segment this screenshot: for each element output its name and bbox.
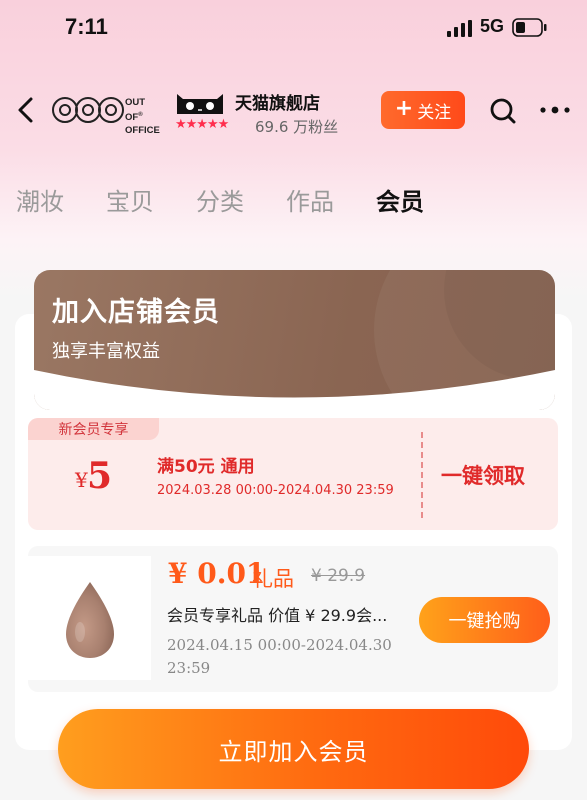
plus-icon: + (394, 96, 414, 121)
claim-coupon-button[interactable]: 一键领取 (441, 460, 525, 490)
brand-line2: OFFICE (125, 125, 160, 137)
tab-membership[interactable]: 会员 (376, 182, 424, 217)
rating-stars: ★★★★★ (175, 117, 229, 132)
coupon-validity: 2024.03.28 00:00-2024.04.30 23:59 (157, 483, 394, 498)
gift-original-price: ¥ 29.9 (311, 566, 366, 586)
tab-works[interactable]: 作品 (286, 182, 334, 217)
join-membership-button[interactable]: 立即加入会员 (58, 709, 529, 789)
new-member-tag: 新会员专享 (28, 418, 159, 440)
coupon-condition: 满50元 通用 (157, 457, 255, 477)
tmall-cat-icon (177, 94, 223, 114)
gift-validity-line2: 23:59 (167, 659, 211, 677)
gift-title[interactable]: 会员专享礼品 价值 ¥ 29.9会... (167, 602, 387, 626)
gift-price: ¥ 0.01 (168, 557, 266, 590)
grab-gift-button[interactable]: 一键抢购 (419, 597, 550, 643)
network-type: 5G (480, 16, 505, 36)
brand-mark: ® (138, 112, 143, 118)
tab-categories[interactable]: 分类 (196, 182, 244, 217)
coupon-currency: ¥ (75, 468, 88, 492)
brand-line1: OUT OF (125, 97, 146, 124)
makeup-sponge-image (66, 582, 114, 658)
brand-logo[interactable]: OUT OF® OFFICE (51, 92, 161, 136)
banner-title: 加入店铺会员 (52, 297, 220, 328)
tab-products[interactable]: 宝贝 (106, 182, 154, 217)
gift-type: 礼品 (252, 567, 294, 591)
coupon-divider (421, 432, 423, 518)
store-name[interactable]: 天猫旗舰店 (235, 89, 320, 114)
banner-curve (34, 370, 555, 410)
status-time: 7:11 (65, 14, 108, 39)
tab-makeup[interactable]: 潮妆 (16, 182, 64, 217)
brand-logo-rings-icon (52, 97, 124, 123)
banner-subtitle: 独享丰富权益 (52, 341, 160, 362)
battery-icon (512, 18, 547, 37)
follow-label: 关注 (417, 102, 452, 123)
gift-validity-line1: 2024.04.15 00:00-2024.04.30 (167, 636, 392, 654)
back-arrow-icon[interactable] (14, 96, 38, 124)
more-icon[interactable] (539, 100, 571, 120)
follow-button[interactable]: + 关注 (381, 91, 465, 129)
signal-icon (447, 20, 472, 37)
coupon-amount: 5 (87, 455, 113, 497)
fan-count: 69.6 万粉丝 (255, 118, 339, 136)
search-icon[interactable] (489, 97, 517, 125)
